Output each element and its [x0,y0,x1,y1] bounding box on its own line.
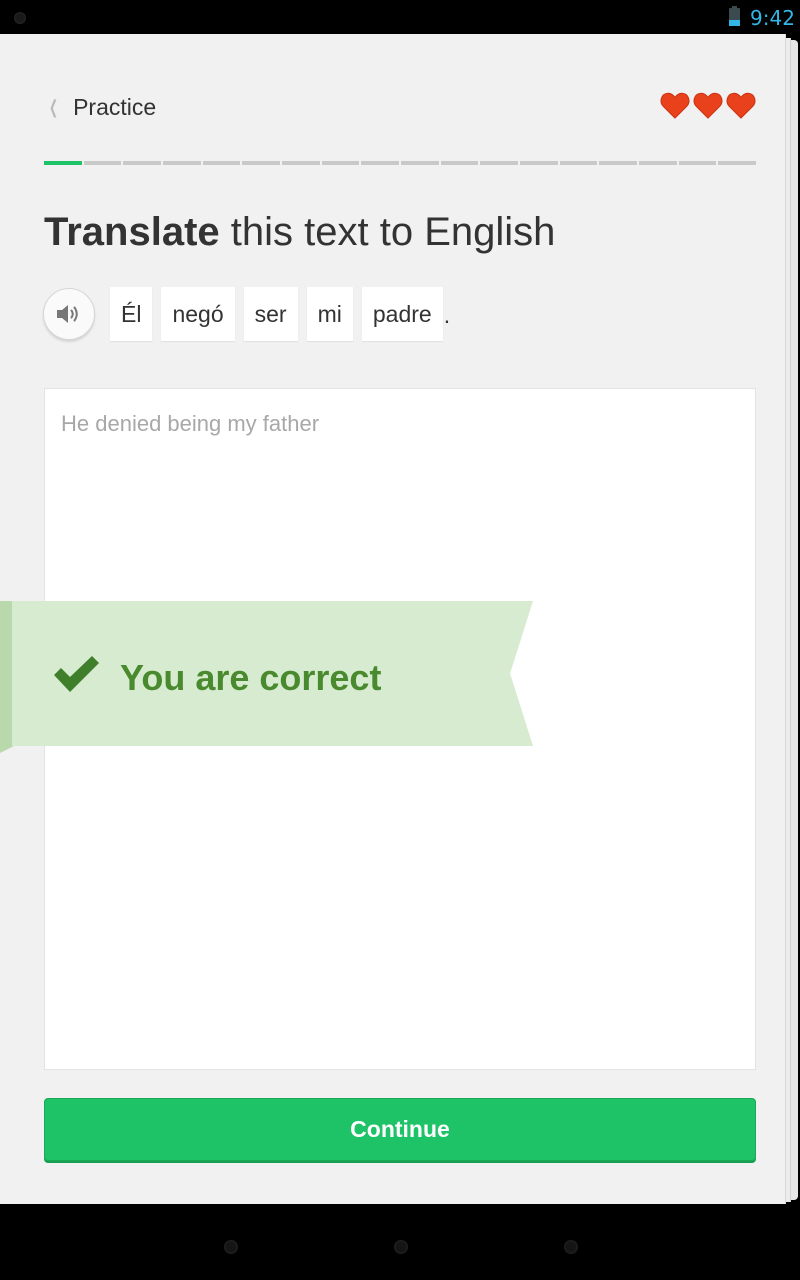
progress-segment [321,161,360,165]
progress-segment [678,161,717,165]
system-nav-bar [0,1204,800,1280]
progress-segment [401,161,439,165]
hearts [660,90,759,120]
progress-segment [282,161,320,165]
nav-back-button[interactable] [224,1240,238,1254]
continue-button[interactable]: Continue [44,1098,756,1161]
progress-segment [520,161,558,165]
camera-dot [14,12,26,24]
nav-recents-button[interactable] [564,1240,578,1254]
progress-segment [440,161,479,165]
sentence-punctuation: . [443,302,451,328]
prompt-title-bold: Translate [44,210,220,254]
checkmark-icon [54,656,99,692]
speaker-icon [57,305,78,323]
progress-segment [123,161,162,165]
progress-segment-complete [44,161,82,165]
progress-segment [559,161,598,165]
word-token[interactable]: negó [161,287,235,341]
progress-segment [202,161,241,165]
progress-segment [480,161,519,165]
prompt-words: Él negó ser mi padre . [110,287,450,341]
correct-banner: You are correct [0,601,533,753]
back-button[interactable]: ❮ Practice [46,94,156,121]
progress-segment [639,161,677,165]
feedback-message: You are correct [120,657,382,698]
word-token[interactable]: Él [110,287,153,341]
chevron-left-icon: ❮ [49,97,59,117]
status-bar: 9:42 [0,0,800,34]
word-token[interactable]: mi [306,287,353,341]
word-token[interactable]: ser [243,287,298,341]
heart-icon [660,92,690,119]
progress-segment [718,161,757,165]
progress-segment [242,161,281,165]
progress-segment [599,161,638,165]
battery-icon [729,6,740,26]
nav-home-button[interactable] [394,1240,408,1254]
prompt-title: Translate this text to English [44,210,555,255]
answer-text: He denied being my father [61,411,320,436]
prompt-title-rest: this text to English [219,210,556,254]
lesson-progress-bar [44,161,757,165]
back-label: Practice [73,94,157,120]
heart-icon [693,92,723,119]
progress-segment [83,161,122,165]
progress-segment [361,161,400,165]
heart-icon [726,92,756,119]
banner-fold [0,601,14,753]
progress-segment [163,161,201,165]
status-clock: 9:42 [750,6,795,30]
play-audio-button[interactable] [43,288,95,340]
word-token[interactable]: padre [361,287,443,341]
